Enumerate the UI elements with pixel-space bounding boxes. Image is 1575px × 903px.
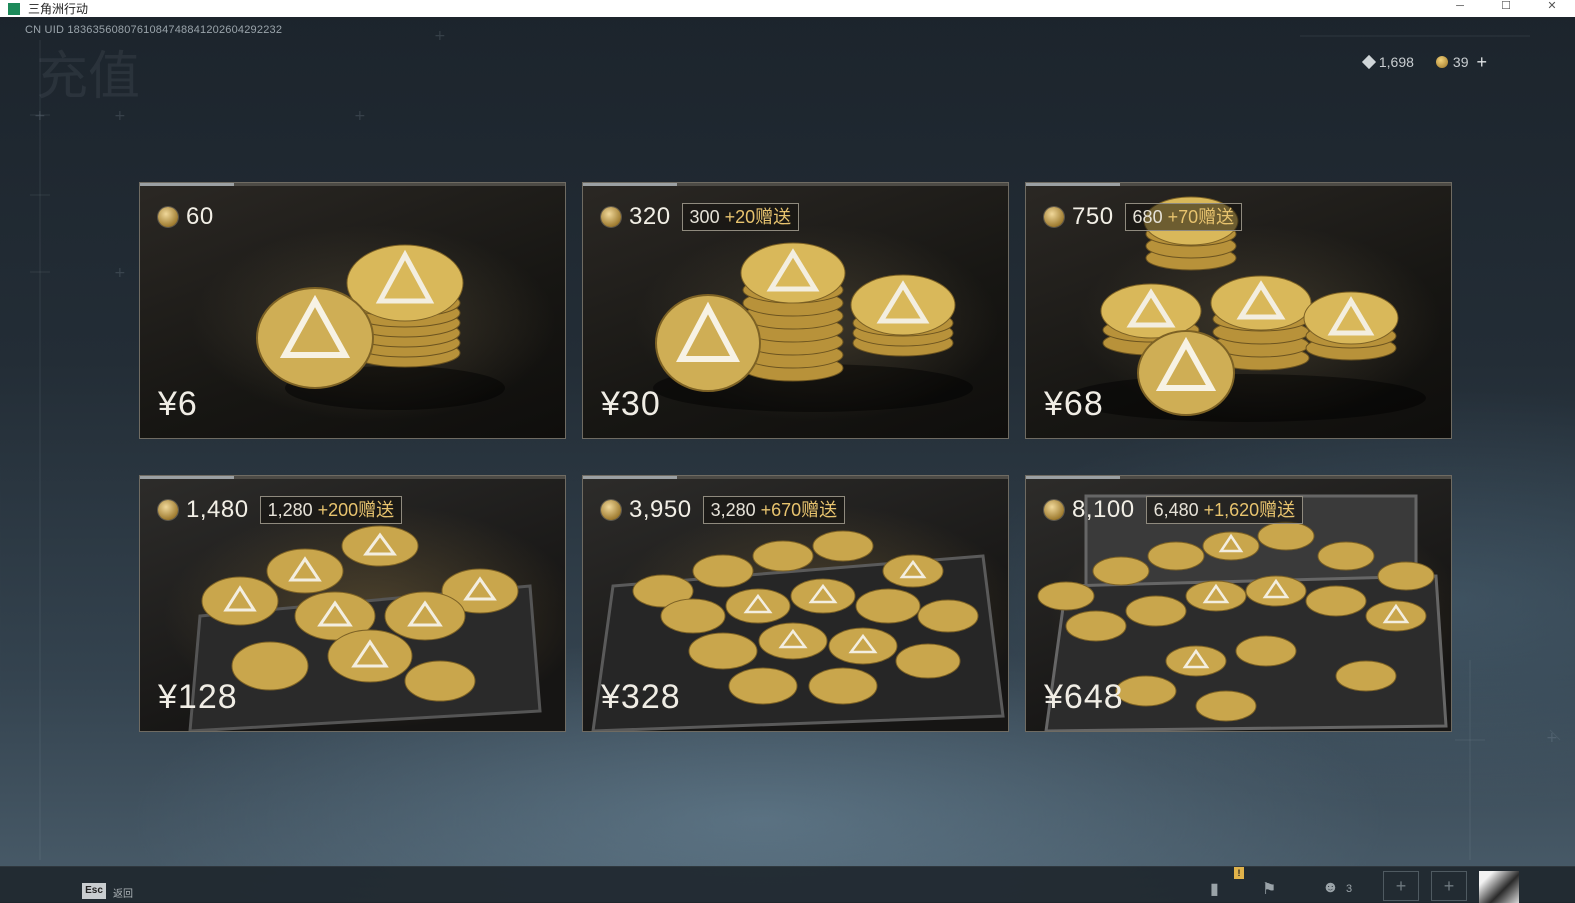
add-currency-button[interactable]: + <box>1476 53 1487 71</box>
package-amount: 60 <box>186 203 214 230</box>
bonus-badge: 300 +20赠送 <box>681 203 800 231</box>
bonus-base: 1,280 <box>267 500 313 520</box>
package-amount: 320 <box>629 203 671 230</box>
package-price: ¥128 <box>158 678 238 716</box>
package-card-1480[interactable]: 1,480 1,280 +200赠送 ¥128 <box>139 475 566 732</box>
svg-text:+: + <box>114 108 126 124</box>
bonus-gift: +200赠送 <box>317 500 395 520</box>
package-amount: 8,100 <box>1072 496 1135 523</box>
close-button[interactable]: ✕ <box>1529 0 1575 17</box>
package-grid: 60 ¥6 320 300 +20赠送 ¥30 750 680 +70赠送 ¥6… <box>139 182 1454 735</box>
back-button-label[interactable]: 返回 <box>113 885 133 900</box>
package-header: 320 300 +20赠送 <box>601 203 800 231</box>
friends-icon[interactable]: ☻ <box>1322 879 1339 897</box>
bonus-gift: +1,620赠送 <box>1203 500 1296 520</box>
bonus-badge: 6,480 +1,620赠送 <box>1145 496 1304 524</box>
package-card-8100[interactable]: 8,100 6,480 +1,620赠送 ¥648 <box>1025 475 1452 732</box>
coin-count: 39 <box>1452 54 1469 70</box>
esc-key[interactable]: Esc <box>82 883 106 899</box>
ticket-balance: 1,698 <box>1361 54 1414 70</box>
package-price: ¥30 <box>601 385 661 423</box>
svg-text:+: + <box>434 28 446 44</box>
package-card-320[interactable]: 320 300 +20赠送 ¥30 <box>582 182 1009 439</box>
currency-bar: 1,698 39 + <box>1361 53 1487 71</box>
avatar[interactable] <box>1479 871 1519 903</box>
package-header: 8,100 6,480 +1,620赠送 <box>1044 496 1304 524</box>
window-titlebar: 三角洲行动 ─ ☐ ✕ <box>0 0 1575 17</box>
svg-text:+: + <box>34 108 46 124</box>
alert-badge: ! <box>1234 867 1244 879</box>
package-header: 3,950 3,280 +670赠送 <box>601 496 846 524</box>
svg-text:+: + <box>354 108 366 124</box>
minimize-button[interactable]: ─ <box>1437 0 1483 17</box>
package-amount: 750 <box>1072 203 1114 230</box>
package-price: ¥328 <box>601 678 681 716</box>
coin-icon <box>601 500 621 520</box>
coin-balance: 39 <box>1435 54 1469 70</box>
package-card-3950[interactable]: 3,950 3,280 +670赠送 ¥328 <box>582 475 1009 732</box>
team-slot-2[interactable]: + <box>1431 871 1467 901</box>
stats-icon[interactable]: ▮ <box>1210 879 1219 899</box>
bonus-base: 6,480 <box>1153 500 1199 520</box>
package-header: 1,480 1,280 +200赠送 <box>158 496 403 524</box>
coin-icon <box>1044 500 1064 520</box>
bonus-gift: +670赠送 <box>760 500 838 520</box>
svg-text:+: + <box>114 265 126 281</box>
bottom-bar: Esc 返回 ! ▮ ⚑ ☻ 3 + + <box>0 866 1575 903</box>
bonus-base: 300 <box>689 207 720 227</box>
package-amount: 3,950 <box>629 496 692 523</box>
package-card-60[interactable]: 60 ¥6 <box>139 182 566 439</box>
ticket-icon <box>1361 54 1376 70</box>
maximize-button[interactable]: ☐ <box>1483 0 1529 17</box>
app-logo-icon <box>8 2 20 15</box>
package-price: ¥6 <box>158 385 198 423</box>
team-slot-1[interactable]: + <box>1383 871 1419 901</box>
bonus-gift: +70赠送 <box>1167 207 1235 227</box>
package-header: 750 680 +70赠送 <box>1044 203 1243 231</box>
package-header: 60 <box>158 203 214 231</box>
coin-icon <box>158 207 178 227</box>
package-amount: 1,480 <box>186 496 249 523</box>
ticket-count: 1,698 <box>1378 54 1414 70</box>
bonus-base: 3,280 <box>710 500 756 520</box>
window-title: 三角洲行动 <box>28 1 89 16</box>
coin-icon <box>1044 207 1064 227</box>
svg-text:+: + <box>1546 730 1558 746</box>
page-title: 充值 <box>36 47 141 107</box>
package-price: ¥648 <box>1044 678 1124 716</box>
friends-count: 3 <box>1346 883 1353 895</box>
bonus-badge: 680 +70赠送 <box>1124 203 1243 231</box>
coin-icon <box>1435 56 1448 68</box>
window-controls: ─ ☐ ✕ <box>1437 0 1575 17</box>
package-card-750[interactable]: 750 680 +70赠送 ¥68 <box>1025 182 1452 439</box>
flag-icon[interactable]: ⚑ <box>1262 879 1276 899</box>
bonus-badge: 3,280 +670赠送 <box>702 496 846 524</box>
package-price: ¥68 <box>1044 385 1104 423</box>
coin-icon <box>158 500 178 520</box>
coin-icon <box>601 207 621 227</box>
bonus-badge: 1,280 +200赠送 <box>259 496 403 524</box>
bonus-gift: +20赠送 <box>724 207 792 227</box>
bonus-base: 680 <box>1132 207 1163 227</box>
